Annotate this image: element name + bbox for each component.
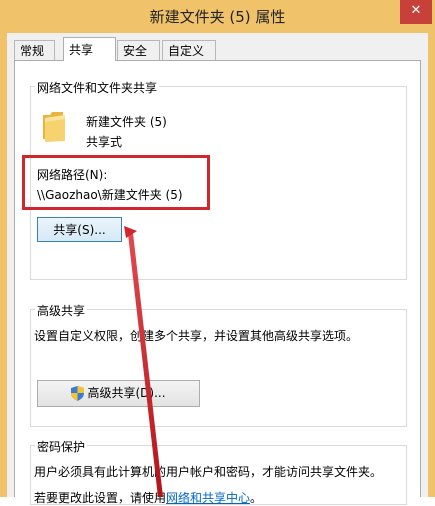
dialog-client: 常规 共享 安全 自定义 网络文件和文件夹共享 新建文件夹 (5) 共享式 网络… — [7, 33, 428, 505]
password-protection-legend: 密码保护 — [35, 438, 88, 455]
folder-share-status: 共享式 — [86, 135, 123, 149]
close-button[interactable]: ✕ — [400, 0, 432, 24]
window-title: 新建文件夹 (5) 属性 — [149, 8, 286, 26]
advanced-sharing-button-label: 高级共享(D)... — [87, 386, 166, 400]
folder-icon — [43, 112, 65, 142]
tab-customize[interactable]: 自定义 — [162, 40, 216, 60]
password-change-line: 若要更改此设置，请使用网络和共享中心。 — [34, 489, 262, 506]
properties-window: 新建文件夹 (5) 属性 ✕ 常规 共享 安全 自定义 网络文件和文件夹共享 新… — [0, 0, 435, 505]
tab-sharing[interactable]: 共享 — [63, 37, 116, 61]
password-change-prefix: 若要更改此设置，请使用 — [34, 491, 167, 505]
advanced-sharing-description: 设置自定义权限，创建多个共享，并设置其他高级共享选项。 — [34, 329, 359, 343]
folder-name: 新建文件夹 (5) — [86, 115, 167, 129]
network-sharing-legend: 网络文件和文件夹共享 — [35, 79, 160, 96]
password-change-suffix: 。 — [250, 491, 263, 505]
close-icon: ✕ — [410, 3, 422, 18]
advanced-sharing-group: 高级共享 设置自定义权限，创建多个共享，并设置其他高级共享选项。 高级共享(D)… — [30, 302, 407, 427]
tab-security[interactable]: 安全 — [117, 40, 160, 60]
annotation-highlight-box — [22, 155, 210, 210]
network-sharing-center-link[interactable]: 网络和共享中心 — [166, 491, 250, 505]
uac-shield-icon — [71, 386, 85, 401]
title-bar[interactable]: 新建文件夹 (5) 属性 ✕ — [0, 0, 435, 33]
share-button[interactable]: 共享(S)... — [37, 217, 122, 242]
password-protection-description: 用户必须具有此计算机的用户帐户和密码，才能访问共享文件夹。 — [34, 465, 383, 479]
advanced-sharing-button[interactable]: 高级共享(D)... — [37, 380, 200, 407]
password-protection-group: 密码保护 用户必须具有此计算机的用户帐户和密码，才能访问共享文件夹。 若要更改此… — [30, 438, 407, 506]
tab-general[interactable]: 常规 — [14, 40, 55, 60]
sharing-panel: 网络文件和文件夹共享 新建文件夹 (5) 共享式 网络路径(N): \\Gaoz… — [14, 60, 421, 505]
advanced-sharing-legend: 高级共享 — [35, 302, 88, 319]
